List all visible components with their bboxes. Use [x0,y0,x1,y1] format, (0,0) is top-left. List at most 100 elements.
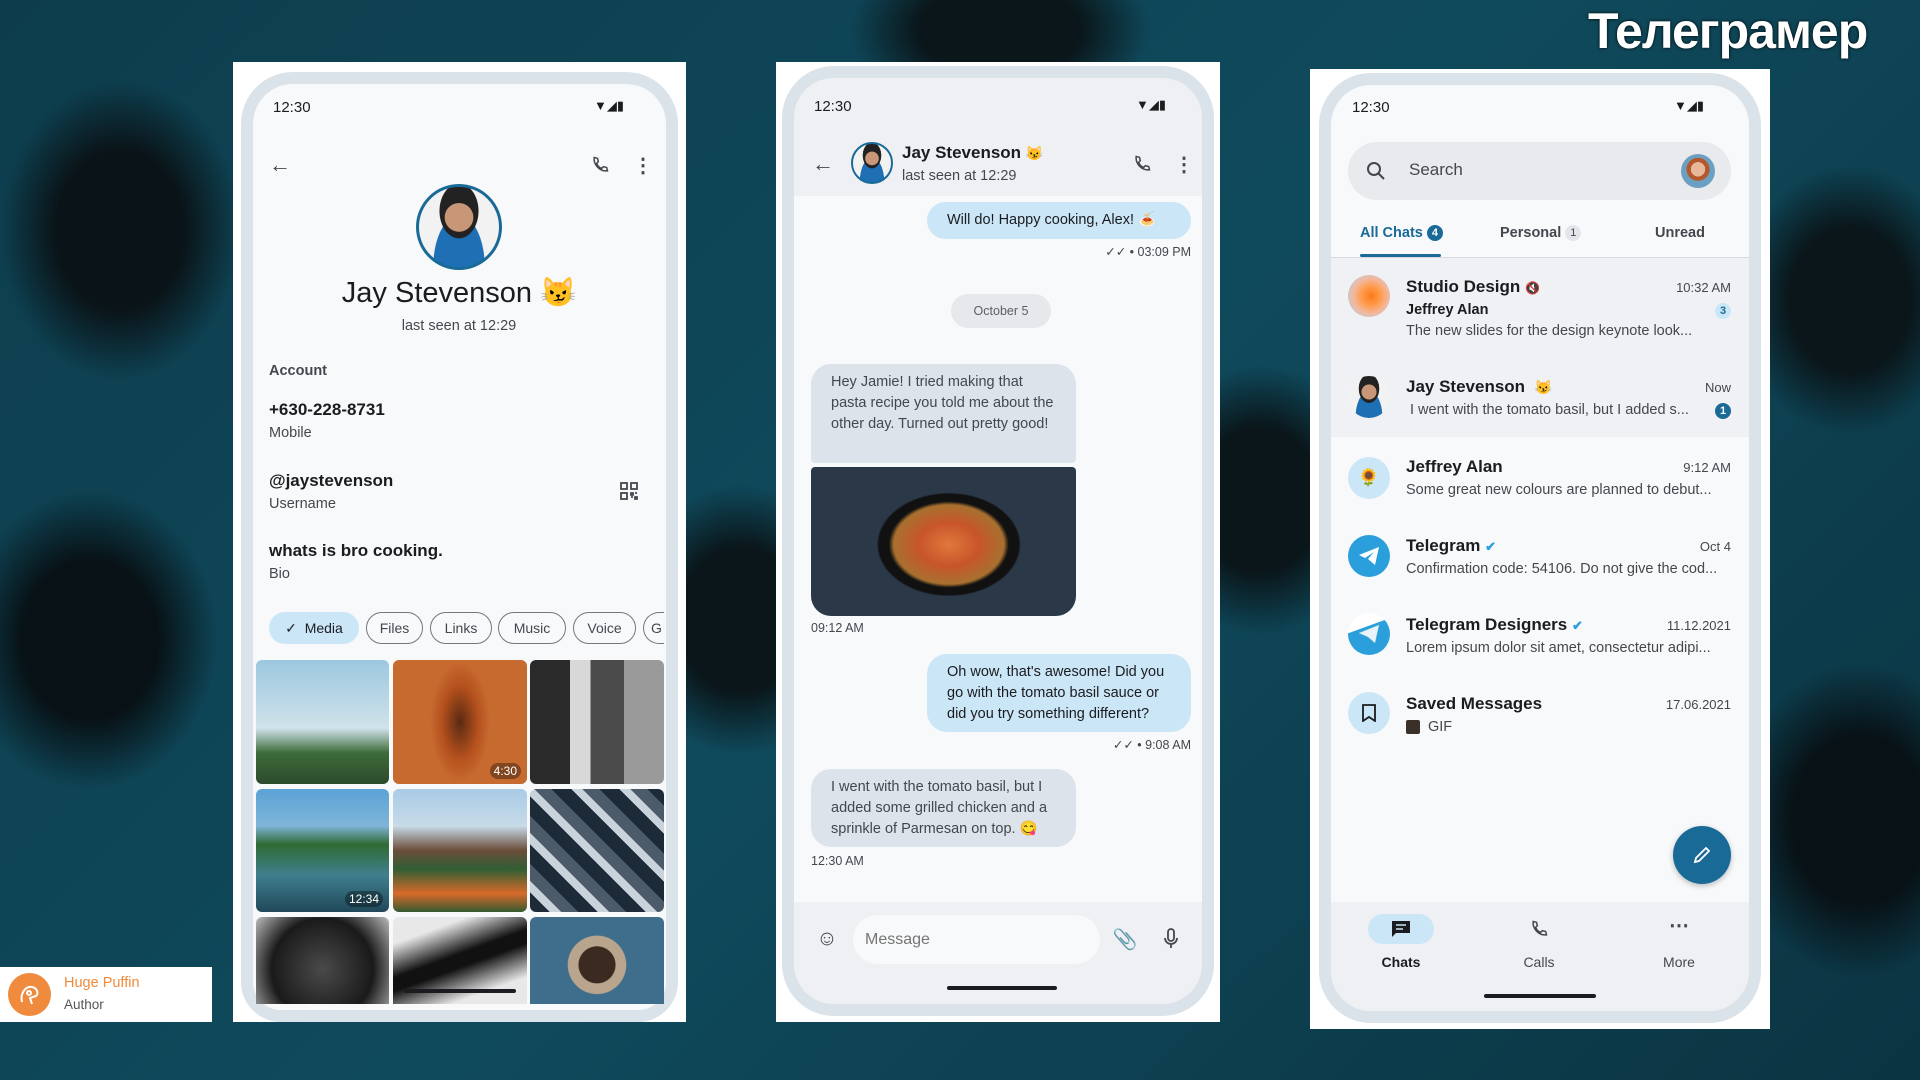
chat-name-text: Telegram [1406,536,1481,555]
date-pill: October 5 [951,294,1051,328]
phone-label: Mobile [269,425,312,441]
tab-all-chats[interactable]: All Chats 4 [1360,225,1443,242]
qr-code-icon[interactable] [618,480,640,502]
chat-name: Jay Stevenson 😼 [1406,377,1552,397]
more-vert-icon[interactable]: ⋮ [1172,152,1196,176]
phone-number[interactable]: +630-228-8731 [269,400,385,420]
tab-unread[interactable]: Unread [1655,225,1705,241]
call-icon[interactable] [588,153,612,177]
chip-media[interactable]: ✓ Media [269,612,359,644]
media-tile[interactable]: 4:30 [393,660,527,784]
chat-sender: Jeffrey Alan [1406,302,1489,318]
avatar[interactable] [416,184,502,270]
chat-last-seen: last seen at 12:29 [902,168,1017,184]
contact-avatar [1348,376,1390,418]
nav-more[interactable]: ⋯ More [1646,914,1712,978]
account-avatar[interactable] [1681,154,1715,188]
nav-label: Chats [1381,954,1421,970]
group-avatar [1348,275,1390,317]
chip-voice[interactable]: Voice [573,612,636,644]
media-tile[interactable] [530,789,664,912]
chat-name: Telegram Designers ✔ [1406,615,1583,635]
puffin-logo-icon [8,973,51,1016]
status-icons: ▼◢▮ [594,98,625,113]
chip-label: Links [444,620,478,636]
media-tile[interactable] [530,660,664,784]
section-account: Account [269,363,327,379]
profile-name-text: Jay Stevenson [341,277,533,309]
cat-emoji-icon: 😼 [1025,145,1044,161]
tab-label: Personal [1500,225,1562,241]
tab-personal[interactable]: Personal 1 [1500,225,1582,242]
chip-files[interactable]: Files [366,612,423,644]
chat-preview: GIF [1428,719,1453,735]
chip-label: Media [304,620,343,636]
emoji-icon[interactable]: ☺ [815,927,839,951]
cat-emoji-icon: 😼 [1534,379,1552,395]
message-bubble-in[interactable]: Hey Jamie! I tried making that pasta rec… [811,364,1076,463]
compose-fab[interactable] [1673,826,1731,884]
username[interactable]: @jaystevenson [269,471,393,491]
chat-time: 9:12 AM [1683,460,1731,475]
search-placeholder[interactable]: Search [1409,160,1463,180]
chat-time: 10:32 AM [1676,280,1731,295]
nav-chats[interactable]: Chats [1368,914,1434,978]
chat-time: Oct 4 [1699,539,1731,554]
chip-music[interactable]: Music [498,612,566,644]
chat-preview: Some great new colours are planned to de… [1406,482,1712,498]
chat-preview: The new slides for the design keynote lo… [1406,323,1693,339]
contact-avatar: 🌻 [1348,457,1390,499]
bookmark-icon [1348,692,1390,734]
chat-avatar[interactable] [851,142,893,184]
home-indicator [1484,994,1596,998]
cat-emoji-icon: 😼 [540,277,577,309]
tab-count-badge: 4 [1426,225,1443,241]
media-tile[interactable] [530,917,664,1004]
chat-title[interactable]: Jay Stevenson 😼 [902,143,1043,163]
media-tile[interactable] [256,917,389,1004]
chat-preview: Lorem ipsum dolor sit amet, consectetur … [1406,640,1711,656]
nav-calls[interactable]: Calls [1506,914,1572,978]
media-tile[interactable] [393,789,527,912]
gif-thumbnail-icon [1406,720,1420,734]
pencil-icon [1693,846,1711,864]
message-bubble-out[interactable]: Oh wow, that's awesome! Did you go with … [927,654,1191,732]
search-icon [1364,159,1388,183]
media-tile[interactable]: 12:34 [256,789,389,912]
chat-time: 17.06.2021 [1665,697,1731,712]
tab-count-badge: 1 [1565,225,1582,241]
search-bar[interactable] [1348,142,1731,200]
chat-name: Jay Stevenson [902,143,1022,162]
chat-preview: Confirmation code: 54106. Do not give th… [1406,561,1718,577]
attach-icon[interactable]: 📎 [1113,927,1138,951]
status-icons: ▼◢▮ [1674,98,1705,113]
chat-bubble-icon [1368,914,1434,944]
message-input[interactable] [853,915,1100,964]
nav-label: More [1663,954,1695,970]
microphone-icon[interactable] [1160,927,1182,951]
back-arrow-icon[interactable]: ← [811,151,835,176]
back-arrow-icon[interactable]: ← [268,152,292,177]
more-vert-icon[interactable]: ⋮ [631,153,655,177]
chat-name: Studio Design 🔇 [1406,277,1540,297]
chat-time: 11.12.2021 [1666,618,1731,633]
unread-badge: 1 [1715,403,1731,419]
nav-label: Calls [1523,954,1555,970]
chat-time: Now [1704,380,1731,395]
chat-preview: I went with the tomato basil, but I adde… [1410,402,1689,418]
media-tile[interactable] [256,660,389,784]
date-label: October 5 [973,304,1029,318]
message-bubble-out[interactable]: Will do! Happy cooking, Alex! 🍝 [927,202,1191,239]
status-time: 12:30 [814,98,852,115]
message-photo[interactable] [811,467,1076,616]
author-name: Huge Puffin [64,975,140,991]
chat-name-text: Telegram Designers [1406,615,1568,634]
message-bubble-in[interactable]: I went with the tomato basil, but I adde… [811,769,1076,847]
chip-links[interactable]: Links [430,612,492,644]
muted-icon: 🔇 [1525,281,1540,295]
status-icons: ▼◢▮ [1136,97,1167,112]
chip-label: Voice [587,620,622,636]
call-icon[interactable] [1130,152,1154,176]
verified-icon: ✔ [1572,618,1583,633]
author-role: Author [64,997,104,1012]
